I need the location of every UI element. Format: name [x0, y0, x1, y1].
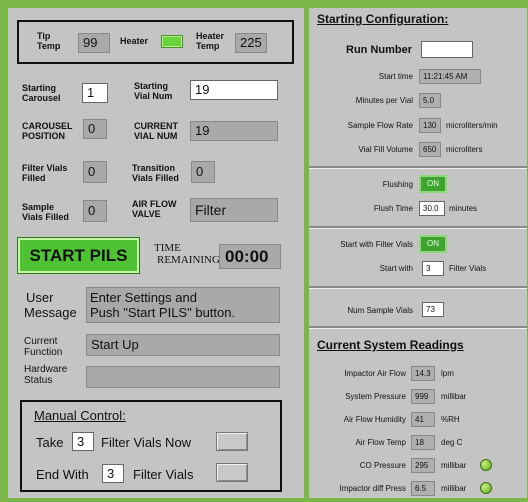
- flushing-toggle[interactable]: ON: [419, 175, 447, 193]
- filter-vials-filled-display: 0: [83, 161, 107, 183]
- take-label: Take: [36, 435, 64, 450]
- start-time-display: 11:21:45 AM: [419, 69, 481, 84]
- impactor-air-flow-unit: lpm: [441, 369, 454, 378]
- tip-temp-label: Tip Temp: [37, 31, 61, 51]
- air-flow-humidity-display: 41: [411, 412, 435, 427]
- end-with-label: End With: [36, 467, 89, 482]
- user-message-display: Enter Settings and Push "Start PILS" but…: [86, 287, 280, 323]
- separator: [309, 168, 527, 169]
- vial-fill-volume-label: Vial Fill Volume: [358, 145, 413, 154]
- air-flow-humidity-label: Air Flow Humidity: [343, 415, 406, 424]
- impactor-diff-press-status-led: [480, 482, 492, 494]
- end-with-filter-vials-input[interactable]: 3: [102, 464, 124, 483]
- start-with-label: Start with: [379, 264, 413, 273]
- hardware-status-label: Hardware Status: [24, 364, 68, 386]
- num-sample-vials-input[interactable]: 73: [422, 302, 444, 317]
- heater-indicator: [161, 35, 183, 48]
- tip-temp-display: 99: [78, 33, 110, 53]
- start-pils-button[interactable]: START PILS: [17, 237, 140, 274]
- vial-fill-volume-display: 650: [419, 142, 441, 157]
- starting-configuration-title: Starting Configuration:: [317, 12, 449, 26]
- current-system-readings-title: Current System Readings: [317, 338, 464, 352]
- time-remaining-display: 00:00: [219, 244, 281, 269]
- run-number-label: Run Number: [346, 44, 412, 56]
- num-sample-vials-label: Num Sample Vials: [347, 306, 413, 315]
- separator: [309, 328, 527, 329]
- system-pressure-label: System Pressure: [345, 392, 406, 401]
- air-flow-temp-label: Air Flow Temp: [355, 438, 406, 447]
- separator: [309, 228, 527, 229]
- starting-vial-num-input[interactable]: 19: [190, 80, 278, 100]
- sample-vials-filled-display: 0: [83, 200, 107, 222]
- flush-time-unit: minutes: [449, 204, 478, 213]
- transition-vials-filled-label: Transition Vials Filled: [132, 163, 179, 183]
- separator: [309, 288, 527, 289]
- filter-vials-filled-label: Filter Vials Filled: [22, 163, 68, 183]
- current-vial-num-label: CURRENT VIAL NUM: [134, 121, 178, 141]
- flush-time-label: Flush Time: [373, 204, 413, 213]
- run-number-input[interactable]: [421, 41, 473, 58]
- impactor-diff-press-unit: millibar: [441, 484, 467, 493]
- sample-flow-rate-label: Sample Flow Rate: [347, 121, 413, 130]
- co-pressure-unit: millibar: [441, 461, 467, 470]
- heater-temp-display: 225: [235, 33, 267, 53]
- current-vial-num-display: 19: [190, 121, 278, 141]
- impactor-diff-press-label: Impactor diff Press: [339, 484, 406, 493]
- co-pressure-status-led: [480, 459, 492, 471]
- flushing-label: Flushing: [382, 180, 413, 189]
- co-pressure-display: 295: [411, 458, 435, 473]
- starting-carousel-input[interactable]: 1: [82, 83, 108, 103]
- system-pressure-unit: millibar: [441, 392, 467, 401]
- starting-carousel-label: Starting Carousel: [22, 83, 61, 103]
- end-with-filter-vials-button[interactable]: [216, 463, 248, 482]
- start-with-filter-vials-label: Start with Filter Vials: [340, 240, 413, 249]
- impactor-diff-press-display: 6.5: [411, 481, 435, 496]
- current-function-display: Start Up: [86, 334, 280, 356]
- vial-fill-volume-unit: microliters: [446, 145, 483, 154]
- impactor-air-flow-label: Impactor Air Flow: [344, 369, 406, 378]
- start-time-label: Start time: [378, 72, 413, 81]
- impactor-air-flow-display: 14.3: [411, 366, 435, 381]
- carousel-position-display: 0: [83, 119, 107, 139]
- minutes-per-vial-label: Minutes per Vial: [355, 96, 413, 105]
- sample-flow-rate-unit: microliters/min: [446, 121, 498, 130]
- air-flow-valve-display: Filter: [190, 198, 278, 222]
- carousel-position-label: CAROUSEL POSITION: [22, 121, 73, 141]
- start-with-filter-vials-toggle[interactable]: ON: [419, 235, 447, 253]
- system-pressure-display: 999: [411, 389, 435, 404]
- air-flow-humidity-unit: %RH: [441, 415, 460, 424]
- sample-flow-rate-display: 130: [419, 118, 441, 133]
- manual-control-title: Manual Control:: [34, 408, 126, 423]
- starting-vial-num-label: Starting Vial Num: [134, 81, 173, 101]
- transition-vials-filled-display: 0: [191, 161, 215, 183]
- heater-label: Heater: [120, 36, 149, 46]
- co-pressure-label: CO Pressure: [359, 461, 406, 470]
- air-flow-valve-label: AIR FLOW VALVE: [132, 199, 177, 219]
- hardware-status-display: [86, 366, 280, 388]
- user-message-label: User Message: [24, 290, 77, 320]
- flush-time-input[interactable]: 30.0: [419, 201, 445, 216]
- right-panel: Starting Configuration: Run Number Start…: [309, 8, 527, 498]
- time-remaining-label: TIME REMAINING: [154, 242, 220, 266]
- minutes-per-vial-display: 5.0: [419, 93, 441, 108]
- left-panel: Tip Temp 99 Heater Heater Temp 225 Startin…: [8, 8, 304, 498]
- air-flow-temp-display: 18: [411, 435, 435, 450]
- air-flow-temp-unit: deg C: [441, 438, 463, 447]
- heater-temp-label: Heater Temp: [196, 31, 225, 51]
- take-suffix: Filter Vials Now: [101, 435, 192, 450]
- take-filter-vials-input[interactable]: 3: [72, 432, 94, 451]
- sample-vials-filled-label: Sample Vials Filled: [22, 202, 69, 222]
- start-with-unit: Filter Vials: [449, 264, 487, 273]
- current-function-label: Current Function: [24, 336, 63, 358]
- end-with-suffix: Filter Vials: [133, 467, 194, 482]
- take-filter-vials-now-button[interactable]: [216, 432, 248, 451]
- start-with-input[interactable]: 3: [422, 261, 444, 276]
